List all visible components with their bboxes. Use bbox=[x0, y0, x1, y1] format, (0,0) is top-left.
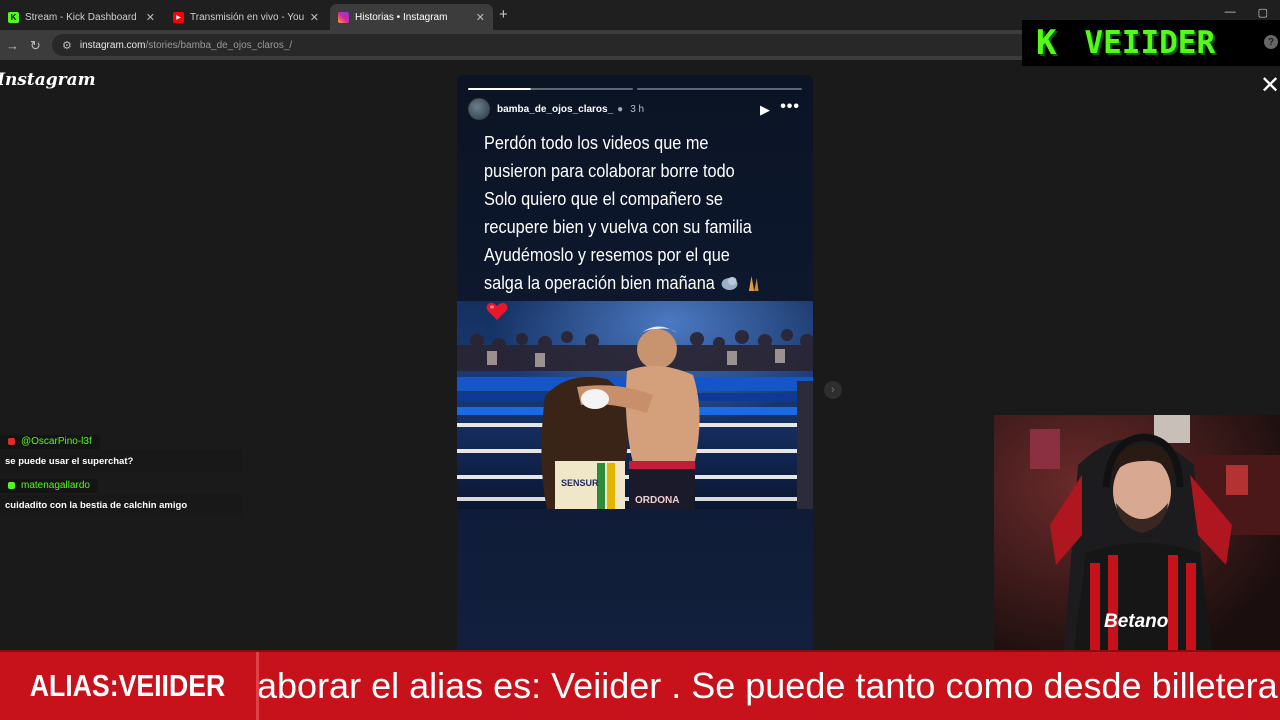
ticker-text: aborar el alias es: Veiider . Se puede t… bbox=[259, 665, 1278, 706]
stream-chat: @OscarPino-l3f se puede usar el supercha… bbox=[0, 432, 242, 520]
tab-youtube[interactable]: ▶ Transmisión en vivo - YouTube ✕ bbox=[165, 4, 327, 30]
instagram-icon bbox=[338, 11, 349, 23]
new-tab-button[interactable]: + bbox=[499, 6, 508, 23]
story-time: 3 h bbox=[630, 103, 645, 115]
window-controls: — ▢ bbox=[1225, 6, 1268, 19]
trunks-text: ORDONA bbox=[635, 495, 679, 506]
progress-segment bbox=[468, 88, 633, 90]
tab-kick-dashboard[interactable]: K Stream - Kick Dashboard ✕ bbox=[0, 4, 163, 30]
kick-badge-icon bbox=[8, 482, 15, 489]
story-progress bbox=[468, 88, 802, 90]
kick-logo-k: K bbox=[1036, 23, 1057, 63]
chat-message-text: se puede usar el superchat? bbox=[0, 450, 242, 472]
play-icon[interactable]: ▶ bbox=[760, 102, 770, 118]
more-options-icon[interactable]: ••• bbox=[780, 98, 800, 116]
story-username[interactable]: bamba_de_ojos_claros_ bbox=[497, 104, 613, 115]
story-viewer[interactable]: bamba_de_ojos_claros_ ● 3 h ▶ ••• Perdón… bbox=[457, 75, 813, 650]
progress-segment bbox=[637, 88, 802, 90]
donation-ticker: ALIAS:VEIIDER aborar el alias es: Veiide… bbox=[0, 650, 1280, 720]
boxing-photo: SENSUR ORDONA bbox=[457, 301, 813, 509]
webcam-image: Betano bbox=[994, 415, 1280, 650]
close-tab-icon[interactable]: ✕ bbox=[476, 11, 485, 24]
chat-username-text: matenagallardo bbox=[21, 480, 90, 491]
reload-icon[interactable]: ↻ bbox=[30, 38, 41, 54]
tab-title: Historias • Instagram bbox=[355, 11, 448, 23]
story-caption: Perdón todo los videos que me pusieron p… bbox=[484, 129, 766, 297]
forward-icon[interactable]: → bbox=[6, 38, 19, 53]
minimize-icon[interactable]: — bbox=[1225, 6, 1236, 19]
avatar[interactable] bbox=[468, 98, 490, 120]
chat-message: matenagallardo cuidadito con la bestia d… bbox=[0, 476, 242, 516]
next-story-arrow-icon[interactable]: › bbox=[824, 381, 842, 399]
close-tab-icon[interactable]: ✕ bbox=[146, 11, 155, 24]
caption-line: Perdón todo los videos que me bbox=[484, 132, 709, 153]
chat-username-text: @OscarPino-l3f bbox=[21, 436, 92, 447]
caption-line: Solo quiero que el compañero se bbox=[484, 188, 723, 209]
instagram-logo[interactable]: Instagram bbox=[0, 70, 96, 90]
screen: K Stream - Kick Dashboard ✕ ▶ Transmisió… bbox=[0, 0, 1280, 720]
ticker-scroll: aborar el alias es: Veiider . Se puede t… bbox=[259, 652, 1280, 720]
maximize-icon[interactable]: ▢ bbox=[1258, 6, 1268, 19]
chat-username: @OscarPino-l3f bbox=[0, 434, 100, 449]
url-input[interactable]: ⚙ instagram.com/stories/bamba_de_ojos_cl… bbox=[52, 34, 1032, 56]
tab-title: Transmisión en vivo - YouTube bbox=[190, 11, 304, 23]
shirt-sponsor: Betano bbox=[1104, 611, 1168, 632]
trunks-text: SENSUR bbox=[561, 478, 599, 488]
url-path: /stories/bamba_de_ojos_claros_/ bbox=[145, 39, 293, 51]
verified-icon: ● bbox=[617, 103, 624, 115]
heart-icon bbox=[486, 302, 508, 320]
streamer-name: VEIIDER bbox=[1084, 25, 1216, 61]
site-info-icon[interactable]: ⚙ bbox=[62, 39, 72, 52]
chat-username: matenagallardo bbox=[0, 478, 98, 493]
webcam-feed: Betano bbox=[994, 415, 1280, 650]
alias-label: ALIAS:VEIIDER bbox=[29, 668, 226, 703]
chat-message-text: cuidadito con la bestia de calchin amigo bbox=[0, 494, 242, 516]
kick-icon: K bbox=[8, 11, 19, 23]
youtube-icon: ▶ bbox=[173, 11, 184, 23]
caption-line: recupere bien y vuelva con su familia bbox=[484, 216, 752, 237]
url-host: instagram.com bbox=[79, 39, 146, 51]
boxing-scene-image: SENSUR ORDONA bbox=[457, 301, 813, 509]
story-header: bamba_de_ojos_claros_ ● 3 h ▶ ••• bbox=[468, 98, 802, 120]
close-story-icon[interactable]: ✕ bbox=[1260, 74, 1280, 98]
close-tab-icon[interactable]: ✕ bbox=[310, 11, 319, 24]
tab-instagram[interactable]: Historias • Instagram ✕ bbox=[330, 4, 493, 30]
caption-line: pusieron para colaborar borre todo bbox=[484, 160, 735, 181]
streamer-logo: K VEIIDER ? bbox=[1022, 20, 1280, 66]
caption-line: salga la operación bien mañana bbox=[484, 272, 715, 293]
praying-hands-icon bbox=[721, 276, 759, 291]
help-icon[interactable]: ? bbox=[1264, 35, 1278, 49]
chat-message: @OscarPino-l3f se puede usar el supercha… bbox=[0, 432, 242, 472]
caption-line: Ayudémoslo y resemos por el que bbox=[484, 244, 730, 265]
youtube-badge-icon bbox=[8, 438, 15, 445]
tab-title: Stream - Kick Dashboard bbox=[25, 11, 137, 23]
